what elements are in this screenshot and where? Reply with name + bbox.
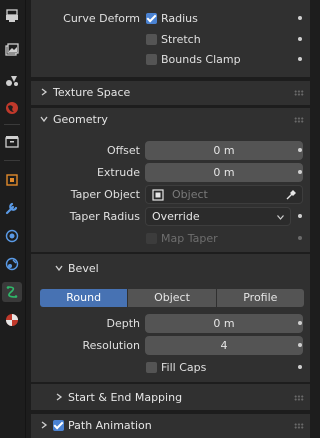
bounds-clamp-checkbox[interactable] [146, 54, 157, 65]
extrude-label: Extrude [96, 166, 140, 179]
extrude-field[interactable]: 0 m [145, 163, 303, 182]
bevel-mode-selector: Round Object Profile [40, 289, 304, 307]
drag-grip-icon[interactable] [294, 395, 304, 401]
resolution-row: Resolution 4 [31, 335, 310, 357]
material-icon[interactable] [2, 310, 22, 330]
offset-label: Offset [106, 144, 140, 157]
divider [31, 382, 310, 384]
chevron-down-icon [277, 215, 284, 220]
drag-grip-icon[interactable] [294, 90, 304, 96]
stretch-label: Stretch [161, 33, 201, 46]
chevron-down-icon [55, 265, 63, 272]
taper-radius-dropdown[interactable]: Override [145, 207, 291, 226]
stretch-keyframe-dot[interactable] [298, 37, 302, 41]
properties-tab-bar [0, 0, 26, 438]
drag-grip-icon[interactable] [294, 423, 304, 429]
texture-space-title: Texture Space [53, 86, 131, 99]
taper-object-placeholder: Object [172, 188, 208, 201]
stretch-checkbox[interactable] [146, 34, 157, 45]
bevel-mode-profile[interactable]: Profile [216, 289, 304, 307]
bevel-header[interactable]: Bevel [31, 257, 310, 281]
bounds-clamp-row: Bounds Clamp [31, 49, 310, 71]
eyedropper-icon[interactable] [285, 189, 297, 201]
bevel-title: Bevel [68, 262, 99, 275]
texture-space-header[interactable]: Texture Space [31, 81, 310, 105]
world-icon[interactable] [2, 98, 22, 118]
shape-panel-partial: Curve Deform Radius Stretch Bounds Clamp [31, 0, 310, 77]
offset-keyframe-dot[interactable] [298, 148, 302, 152]
chevron-right-icon [41, 88, 48, 96]
map-taper-checkbox[interactable] [146, 233, 157, 244]
offset-row: Offset 0 m [31, 140, 310, 162]
curve-deform-row: Curve Deform Radius [31, 8, 310, 30]
path-animation-panel: Path Animation [31, 414, 310, 438]
physics-icon[interactable] [2, 254, 22, 274]
depth-keyframe-dot[interactable] [298, 321, 302, 325]
path-animation-title: Path Animation [68, 419, 152, 432]
texture-space-panel: Texture Space [31, 81, 310, 105]
object-icon [152, 189, 164, 201]
curve-deform-label: Curve Deform [63, 12, 140, 25]
start-end-mapping-header[interactable]: Start & End Mapping [31, 386, 310, 410]
divider [31, 252, 310, 254]
object-icon[interactable] [2, 170, 22, 190]
bounds-clamp-label: Bounds Clamp [161, 53, 241, 66]
extrude-row: Extrude 0 m [31, 162, 310, 184]
fill-caps-checkbox[interactable] [146, 362, 157, 373]
taper-object-row: Taper Object Object [31, 184, 310, 206]
extrude-keyframe-dot[interactable] [298, 170, 302, 174]
bounds-clamp-keyframe-dot[interactable] [298, 57, 302, 61]
depth-row: Depth 0 m [31, 313, 310, 335]
chevron-right-icon [56, 393, 63, 401]
resolution-keyframe-dot[interactable] [298, 343, 302, 347]
chevron-right-icon [41, 421, 48, 429]
geometry-panel: Geometry Offset 0 m Extrude 0 m Taper Ob… [31, 108, 310, 410]
resolution-field[interactable]: 4 [145, 336, 303, 355]
chevron-down-icon [40, 116, 48, 123]
fill-caps-keyframe-dot[interactable] [298, 365, 302, 369]
radius-checkbox[interactable] [146, 13, 157, 24]
bevel-mode-round[interactable]: Round [40, 289, 128, 307]
radius-label: Radius [161, 12, 198, 25]
scene-icon[interactable] [2, 70, 22, 90]
output-icon[interactable] [2, 6, 22, 26]
taper-object-label: Taper Object [70, 188, 140, 201]
drag-grip-icon[interactable] [294, 117, 304, 123]
resolution-label: Resolution [82, 339, 140, 352]
modifier-wrench-icon[interactable] [2, 198, 22, 218]
taper-radius-label: Taper Radius [69, 210, 140, 223]
view-layer-icon[interactable] [2, 40, 22, 60]
offset-field[interactable]: 0 m [145, 141, 303, 160]
fill-caps-row: Fill Caps [31, 357, 310, 379]
curve-data-icon[interactable] [2, 282, 22, 302]
geometry-header[interactable]: Geometry [31, 108, 310, 132]
depth-field[interactable]: 0 m [145, 314, 303, 333]
map-taper-label: Map Taper [161, 232, 218, 245]
particles-icon[interactable] [2, 226, 22, 246]
radius-keyframe-dot[interactable] [298, 16, 302, 20]
bevel-mode-object[interactable]: Object [128, 289, 216, 307]
taper-radius-keyframe-dot[interactable] [298, 214, 302, 218]
stretch-row: Stretch [31, 29, 310, 51]
taper-radius-value: Override [152, 210, 200, 223]
taper-object-field[interactable]: Object [145, 185, 303, 204]
start-end-mapping-title: Start & End Mapping [68, 391, 183, 404]
path-animation-header[interactable]: Path Animation [31, 414, 310, 438]
path-animation-checkbox[interactable] [53, 420, 64, 431]
map-taper-keyframe-dot[interactable] [298, 236, 302, 240]
depth-label: Depth [106, 317, 140, 330]
map-taper-row: Map Taper [31, 228, 310, 250]
bevel-mode-row: Round Object Profile [31, 287, 310, 309]
geometry-title: Geometry [53, 113, 108, 126]
taper-radius-row: Taper Radius Override [31, 206, 310, 228]
fill-caps-label: Fill Caps [161, 361, 207, 374]
collection-icon[interactable] [2, 132, 22, 152]
